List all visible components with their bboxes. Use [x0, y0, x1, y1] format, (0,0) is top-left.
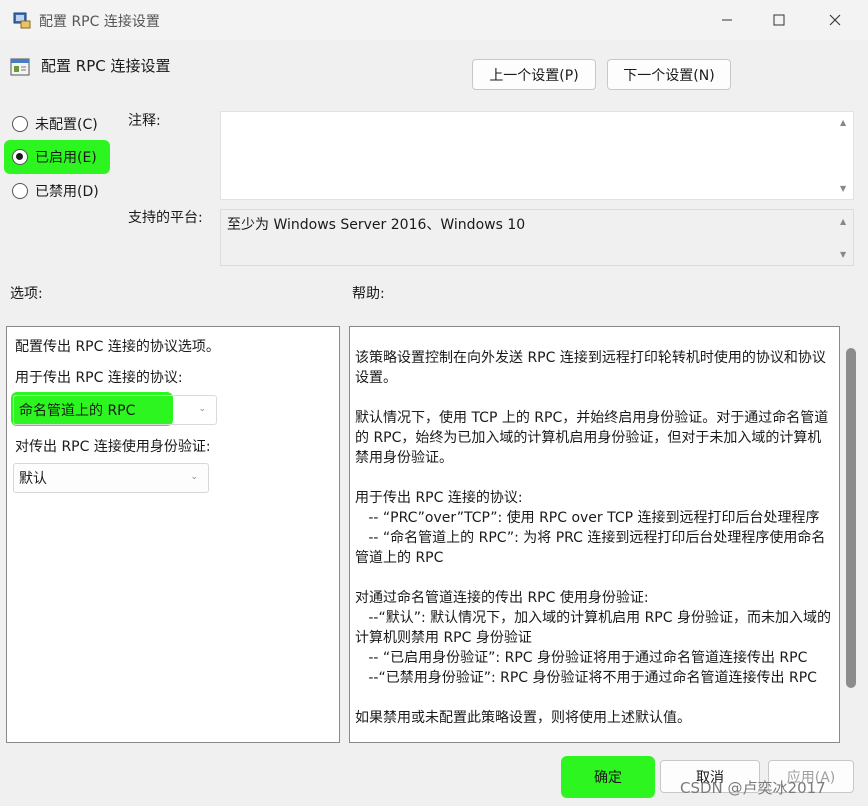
radio-enabled[interactable]: 已启用(E) [12, 144, 97, 170]
platform-field: 至少为 Windows Server 2016、Windows 10 ▲ ▼ [220, 209, 854, 266]
group-policy-icon [13, 12, 31, 29]
radio-circle [12, 116, 28, 132]
radio-not-configured[interactable]: 未配置(C) [12, 111, 98, 137]
platform-label: 支持的平台: [128, 210, 203, 226]
scroll-up-icon[interactable]: ▲ [840, 217, 846, 226]
maximize-icon [773, 14, 785, 26]
setting-title: 配置 RPC 连接设置 [41, 57, 171, 75]
platform-scrollbar[interactable]: ▲ ▼ [835, 210, 853, 265]
minimize-button[interactable] [704, 0, 750, 40]
previous-setting-button[interactable]: 上一个设置(P) [472, 59, 596, 90]
options-label: 选项: [10, 286, 43, 302]
protocol-dropdown[interactable]: 命名管道上的 RPC ⌄ [13, 395, 217, 425]
chevron-down-icon: ⌄ [198, 404, 206, 414]
next-setting-button[interactable]: 下一个设置(N) [607, 59, 731, 90]
chevron-down-icon: ⌄ [190, 472, 198, 482]
radio-circle [12, 183, 28, 199]
comment-scrollbar[interactable]: ▲ ▼ [835, 112, 853, 199]
scroll-down-icon[interactable]: ▼ [840, 250, 846, 259]
auth-label: 对传出 RPC 连接使用身份验证: [15, 439, 211, 455]
scroll-up-icon[interactable]: ▲ [840, 118, 846, 127]
options-intro: 配置传出 RPC 连接的协议选项。 [15, 339, 220, 355]
close-icon [829, 14, 841, 26]
radio-label: 未配置(C) [35, 117, 98, 133]
maximize-button[interactable] [756, 0, 802, 40]
title-bar: 配置 RPC 连接设置 [0, 0, 868, 40]
radio-circle-checked [12, 149, 28, 165]
ok-button[interactable]: 确定 [564, 760, 652, 793]
auth-dropdown[interactable]: 默认 ⌄ [13, 463, 209, 493]
comment-textarea[interactable]: ▲ ▼ [220, 111, 854, 200]
options-panel: 配置传出 RPC 连接的协议选项。 用于传出 RPC 连接的协议: 命名管道上的… [6, 326, 340, 743]
help-label: 帮助: [352, 286, 385, 302]
scroll-down-icon[interactable]: ▼ [840, 184, 846, 193]
protocol-label: 用于传出 RPC 连接的协议: [15, 370, 183, 386]
help-panel: 该策略设置控制在向外发送 RPC 连接到远程打印轮转机时使用的协议和协议设置。 … [349, 326, 840, 743]
radio-disabled[interactable]: 已禁用(D) [12, 178, 99, 204]
radio-label: 已启用(E) [35, 150, 97, 166]
auth-value: 默认 [19, 471, 47, 487]
close-button[interactable] [812, 0, 858, 40]
window-title: 配置 RPC 连接设置 [39, 14, 160, 30]
minimize-icon [722, 19, 732, 21]
comment-label: 注释: [128, 113, 161, 129]
radio-label: 已禁用(D) [35, 184, 99, 200]
protocol-value: 命名管道上的 RPC [19, 403, 136, 419]
help-text: 该策略设置控制在向外发送 RPC 连接到远程打印轮转机时使用的协议和协议设置。 … [355, 350, 831, 726]
watermark-text: CSDN @卢奕冰2017 [680, 779, 826, 797]
platform-value: 至少为 Windows Server 2016、Windows 10 [227, 217, 526, 233]
policy-setting-icon [10, 58, 30, 76]
help-scrollbar-thumb[interactable] [846, 348, 856, 688]
